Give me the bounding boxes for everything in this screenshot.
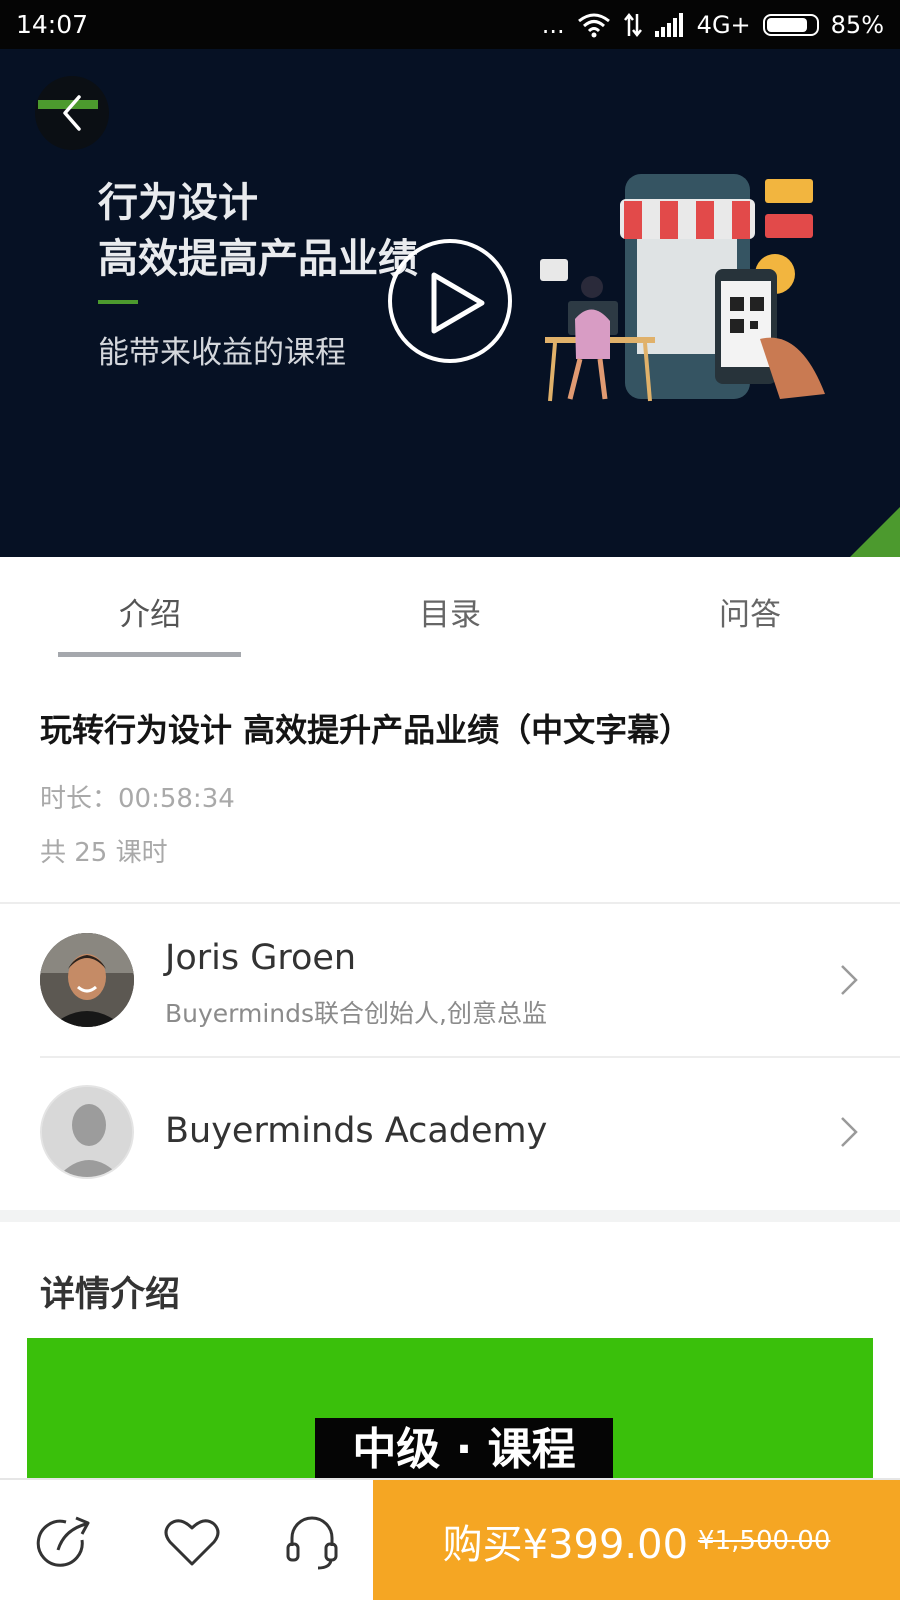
battery-percent: 85% (830, 10, 884, 39)
wifi-icon (577, 13, 610, 37)
hero-title-line1: 行为设计 (98, 180, 258, 226)
instructor-photo-icon (40, 933, 134, 1027)
buy-button[interactable]: 购买¥399.00 ¥1,500.00 (373, 1480, 900, 1600)
default-user-icon (42, 1087, 132, 1177)
course-duration: 时长：00:58:34 (40, 784, 235, 814)
course-lesson-count: 共 25 课时 (40, 838, 168, 868)
back-button[interactable] (35, 76, 109, 150)
academy-row[interactable]: Buyerminds Academy (0, 1058, 900, 1210)
hero-title: 行为设计 高效提高产品业绩 (98, 175, 418, 287)
bottom-action-bar: 购买¥399.00 ¥1,500.00 (0, 1478, 900, 1600)
tab-qa[interactable]: 问答 (600, 557, 900, 659)
tab-intro[interactable]: 介绍 (0, 557, 300, 659)
play-button[interactable] (388, 239, 512, 363)
more-dots-icon: ... (541, 10, 565, 39)
academy-name: Buyerminds Academy (165, 1111, 548, 1151)
data-transfer-icon (623, 12, 642, 37)
chevron-left-icon (63, 95, 81, 131)
original-price: ¥1,500.00 (698, 1526, 831, 1556)
section-separator (0, 1210, 900, 1222)
battery-icon (762, 13, 819, 36)
instructor-description: Buyerminds联合创始人,创意总监 (165, 999, 547, 1028)
status-icons: ... 4G+ 85% (542, 11, 884, 39)
battery-level (766, 17, 808, 32)
hero-corner-accent (850, 507, 900, 557)
hero-accent-rule (98, 300, 138, 304)
cell-signal-icon (654, 12, 683, 37)
tab-catalog[interactable]: 目录 (300, 557, 600, 659)
chevron-right-icon (841, 1117, 858, 1147)
course-level-tag: 中级 · 课程 (315, 1418, 613, 1482)
hero-subtitle: 能带来收益的课程 (98, 335, 346, 371)
play-icon (431, 272, 485, 334)
status-bar: 14:07 ... 4G+ 85% (0, 0, 900, 49)
course-video-player[interactable]: 行为设计 高效提高产品业绩 能带来收益的课程 (0, 49, 900, 557)
network-type: 4G+ (696, 10, 751, 39)
hero-title-line2: 高效提高产品业绩 (98, 236, 418, 282)
favorite-heart-icon[interactable] (160, 1510, 224, 1574)
shop-illustration (540, 174, 825, 402)
course-title: 玩转行为设计 高效提升产品业绩（中文字幕） (40, 711, 692, 749)
course-detail-page: 14:07 ... 4G+ 85% 行为设计 高效提高产品业绩 能带来收益的课程… (0, 0, 900, 1600)
buy-price-label: 购买¥399.00 (442, 1522, 689, 1568)
instructor-avatar (40, 933, 134, 1027)
course-level-banner: 中级 · 课程 (27, 1338, 873, 1482)
active-tab-indicator (58, 652, 241, 657)
details-heading: 详情介绍 (40, 1275, 181, 1315)
status-time: 14:07 (16, 10, 89, 39)
customer-service-headset-icon[interactable] (280, 1510, 344, 1574)
academy-avatar (40, 1085, 134, 1179)
instructor-name: Joris Groen (165, 938, 357, 978)
instructor-row[interactable]: Joris Groen Buyerminds联合创始人,创意总监 (0, 904, 900, 1056)
share-icon[interactable] (36, 1510, 100, 1574)
chevron-right-icon (841, 965, 858, 995)
tab-bar: 介绍 目录 问答 (0, 557, 900, 659)
